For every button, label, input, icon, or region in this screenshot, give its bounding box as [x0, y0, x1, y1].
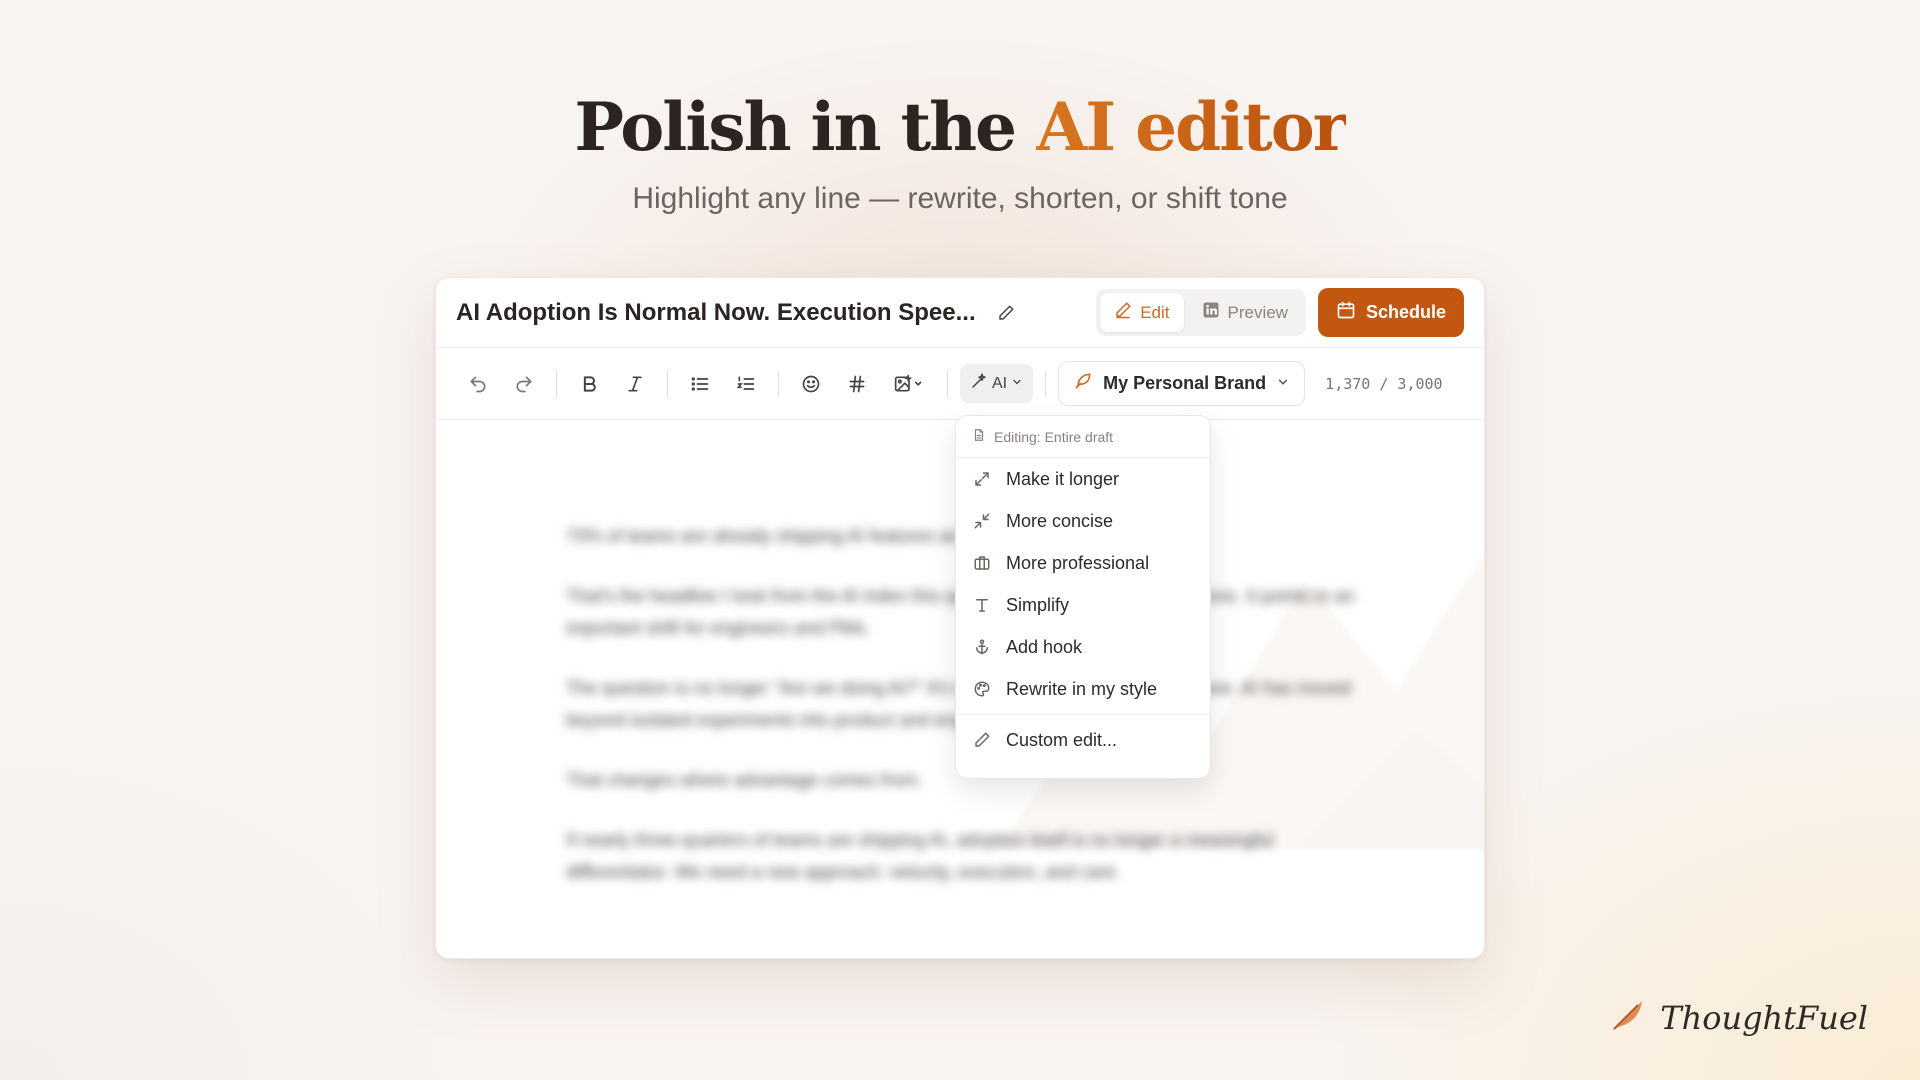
character-count: 1,370 / 3,000: [1325, 374, 1443, 393]
schedule-label: Schedule: [1365, 302, 1446, 322]
ai-menu-header: Editing: Entire draft: [956, 424, 1210, 458]
ai-menu-label: AI: [992, 374, 1008, 392]
ai-menu-header-label: Editing: Entire draft: [994, 428, 1114, 445]
ai-edit-menu: Editing: Entire draft Make it longer Mor…: [955, 415, 1211, 779]
numbered-list-icon[interactable]: [726, 364, 766, 404]
menu-item-label: More professional: [1006, 552, 1150, 573]
menu-item-label: Simplify: [1006, 594, 1070, 615]
formatting-toolbar: AI My Personal Brand 1,370 / 3,000: [436, 348, 1484, 420]
brand-voice-label: My Personal Brand: [1103, 373, 1267, 393]
rename-pencil-icon[interactable]: [994, 301, 1018, 325]
bullet-list-icon[interactable]: [680, 364, 720, 404]
hero-title: Polish in the AI editor: [0, 88, 1920, 166]
doc-title[interactable]: AI Adoption Is Normal Now. Execution Spe…: [456, 299, 976, 327]
toolbar-divider: [556, 369, 557, 398]
menu-item-label: Add hook: [1006, 636, 1083, 657]
menu-divider: [956, 714, 1210, 715]
pencil-icon: [972, 730, 992, 750]
emoji-icon[interactable]: [791, 364, 831, 404]
collapse-icon: [972, 511, 992, 531]
menu-item-custom-edit[interactable]: Custom edit...: [956, 719, 1210, 761]
menu-item-label: More concise: [1006, 510, 1114, 531]
sparkle-icon: [970, 372, 988, 395]
feather-icon: [1073, 371, 1093, 396]
brand-voice-select[interactable]: My Personal Brand: [1058, 361, 1306, 406]
preview-mode-label: Preview: [1227, 302, 1288, 322]
menu-item-simplify[interactable]: Simplify: [956, 584, 1210, 626]
toolbar-divider: [947, 369, 948, 398]
menu-item-label: Custom edit...: [1006, 729, 1118, 750]
editor-titlebar: AI Adoption Is Normal Now. Execution Spe…: [436, 278, 1484, 348]
menu-item-label: Rewrite in my style: [1006, 678, 1158, 699]
expand-icon: [972, 469, 992, 489]
mode-switch: Edit Preview: [1096, 289, 1306, 336]
hashtag-icon[interactable]: [837, 364, 877, 404]
undo-icon[interactable]: [458, 364, 498, 404]
bold-icon[interactable]: [569, 364, 609, 404]
palette-icon: [972, 679, 992, 699]
calendar-icon: [1336, 300, 1356, 325]
preview-mode-button[interactable]: Preview: [1188, 293, 1302, 332]
edit-mode-label: Edit: [1140, 302, 1170, 322]
menu-item-rewrite-style[interactable]: Rewrite in my style: [956, 668, 1210, 710]
feather-logo-icon: [1608, 995, 1648, 1040]
menu-item-more-professional[interactable]: More professional: [956, 542, 1210, 584]
hero-title-accent: AI editor: [1036, 88, 1348, 166]
draft-paragraph: If nearly three-quarters of teams are sh…: [566, 830, 1274, 882]
chevron-down-icon: [1276, 373, 1290, 394]
redo-icon[interactable]: [504, 364, 544, 404]
image-add-icon[interactable]: [883, 364, 935, 404]
menu-item-make-longer[interactable]: Make it longer: [956, 458, 1210, 500]
pencil-icon: [1114, 301, 1132, 324]
text-t-icon: [972, 595, 992, 615]
menu-item-more-concise[interactable]: More concise: [956, 500, 1210, 542]
ai-menu-button[interactable]: AI: [960, 364, 1034, 403]
anchor-icon: [972, 637, 992, 657]
toolbar-divider: [1045, 369, 1047, 398]
menu-item-label: Make it longer: [1006, 468, 1120, 489]
menu-item-add-hook[interactable]: Add hook: [956, 626, 1210, 668]
edit-mode-button[interactable]: Edit: [1100, 293, 1184, 332]
thoughtfuel-logo: ThoughtFuel: [1608, 995, 1868, 1040]
document-icon: [972, 428, 986, 445]
hero-subtitle: Highlight any line — rewrite, shorten, o…: [632, 182, 1288, 215]
schedule-button[interactable]: Schedule: [1317, 288, 1464, 337]
toolbar-divider: [778, 369, 779, 398]
italic-icon[interactable]: [615, 364, 655, 404]
hero-title-prefix: Polish in the: [574, 88, 1037, 166]
linkedin-icon: [1202, 301, 1220, 324]
toolbar-divider: [667, 369, 668, 398]
chevron-down-icon: [1011, 375, 1023, 393]
briefcase-icon: [972, 553, 992, 573]
brand-name: ThoughtFuel: [1660, 998, 1868, 1037]
